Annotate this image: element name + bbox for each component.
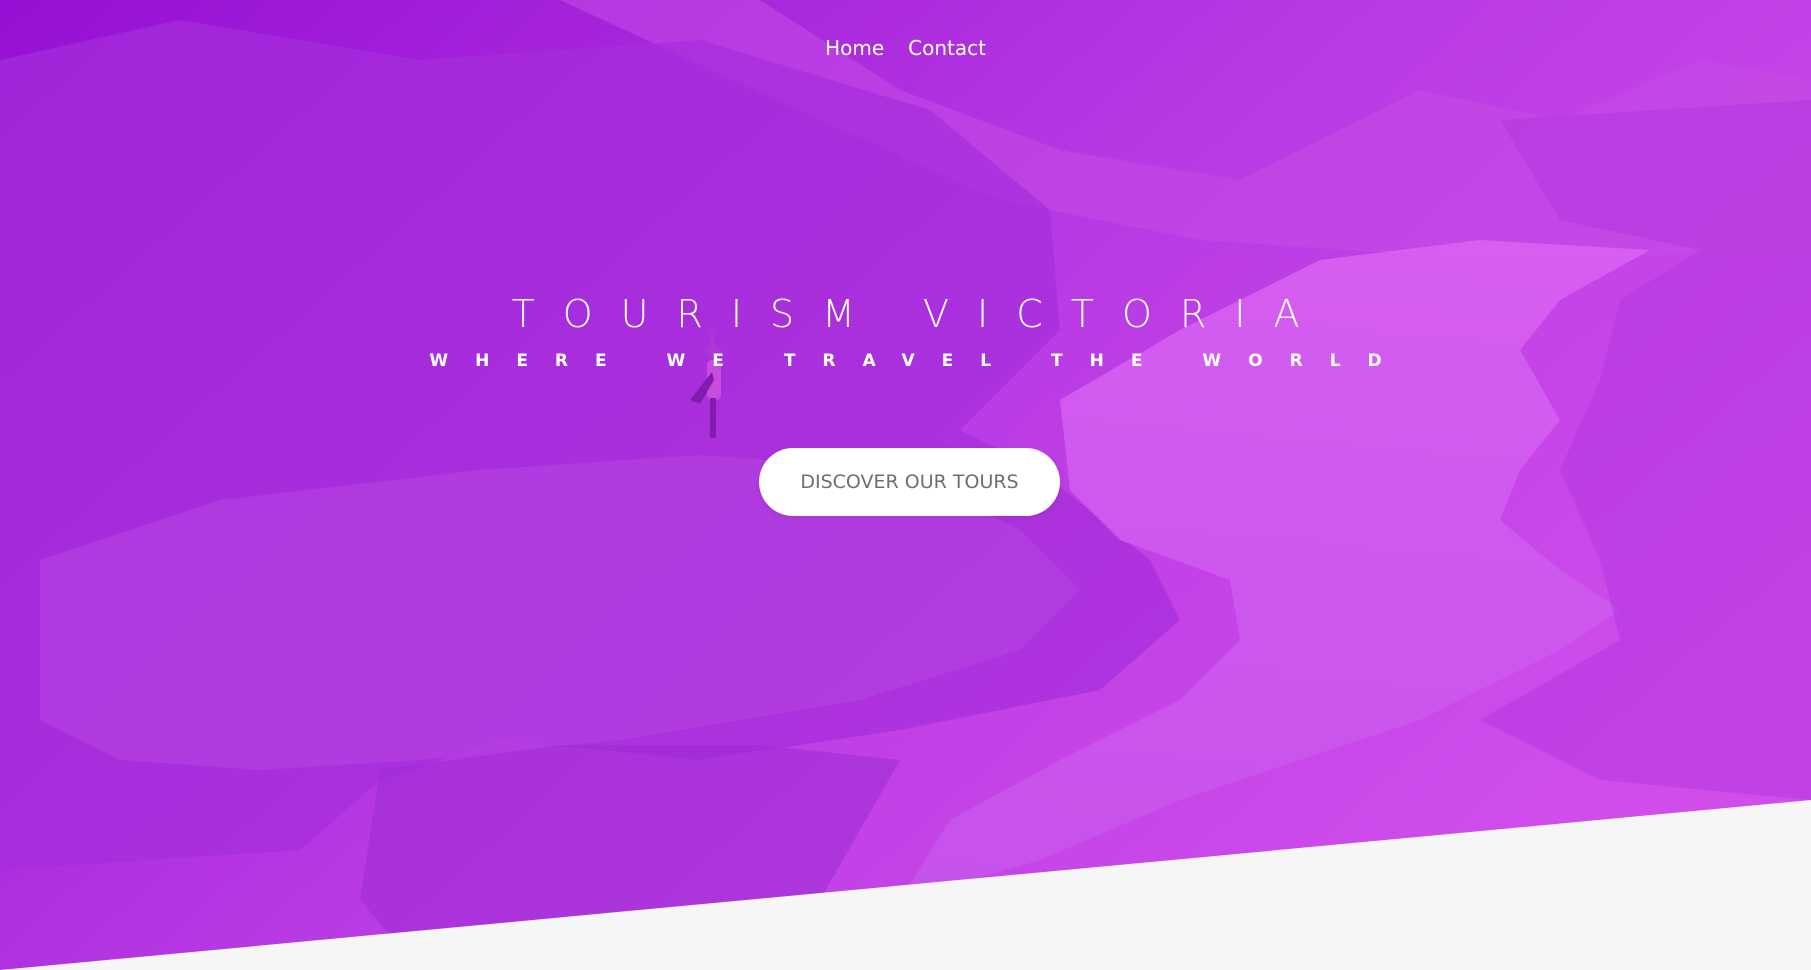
hero-subtitle: WHERE WE TRAVEL THE WORLD xyxy=(429,351,1409,371)
nav-home-link[interactable]: Home xyxy=(825,32,884,64)
nav-contact-link[interactable]: Contact xyxy=(908,32,986,64)
top-navigation: Home Contact xyxy=(0,32,1811,64)
hero-title: TOURISM VICTORIA xyxy=(511,292,1328,336)
discover-tours-button[interactable]: DISCOVER OUR TOURS xyxy=(759,448,1060,516)
hero-section: Home Contact TOURISM VICTORIA WHERE WE T… xyxy=(0,0,1811,970)
